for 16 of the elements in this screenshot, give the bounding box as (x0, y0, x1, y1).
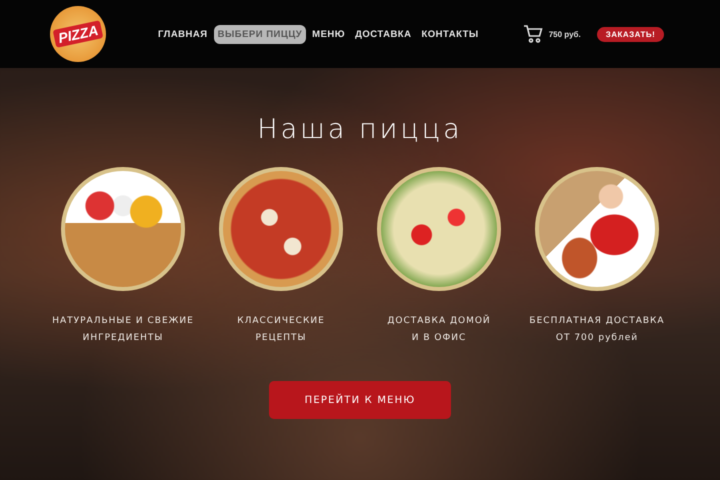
cart-total: 750 руб. (548, 30, 581, 38)
cart-icon[interactable] (522, 24, 543, 44)
feature-caption: КЛАССИЧЕСКИЕ РЕЦЕПТЫ (237, 315, 325, 345)
nav-link[interactable]: ГЛАВНАЯ (154, 24, 212, 44)
nav-link[interactable]: КОНТАКТЫ (417, 24, 483, 44)
feature-caption: НАТУРАЛЬНЫЕ И СВЕЖИЕ ИНГРЕДИЕНТЫ (52, 315, 194, 345)
hero-title: Наша пицца (257, 114, 463, 145)
feature-caption: ДОСТАВКА ДОМОЙ И В ОФИС (387, 314, 491, 345)
logo-text: PIZZA (52, 20, 104, 48)
nav-link[interactable]: ДОСТАВКА (351, 24, 416, 44)
pizza-logo[interactable]: PIZZA (50, 6, 106, 62)
menu-button[interactable]: ПЕРЕЙТИ К МЕНЮ (269, 381, 451, 419)
nav-link[interactable]: ВЫБЕРИ ПИЦЦУ (214, 24, 306, 44)
nav-link[interactable]: МЕНЮ (308, 24, 350, 44)
feature-caption: БЕСПЛАТНАЯ ДОСТАВКА ОТ 700 рублей (529, 315, 665, 345)
order-button[interactable]: ЗАКАЗАТЬ! (596, 26, 664, 42)
